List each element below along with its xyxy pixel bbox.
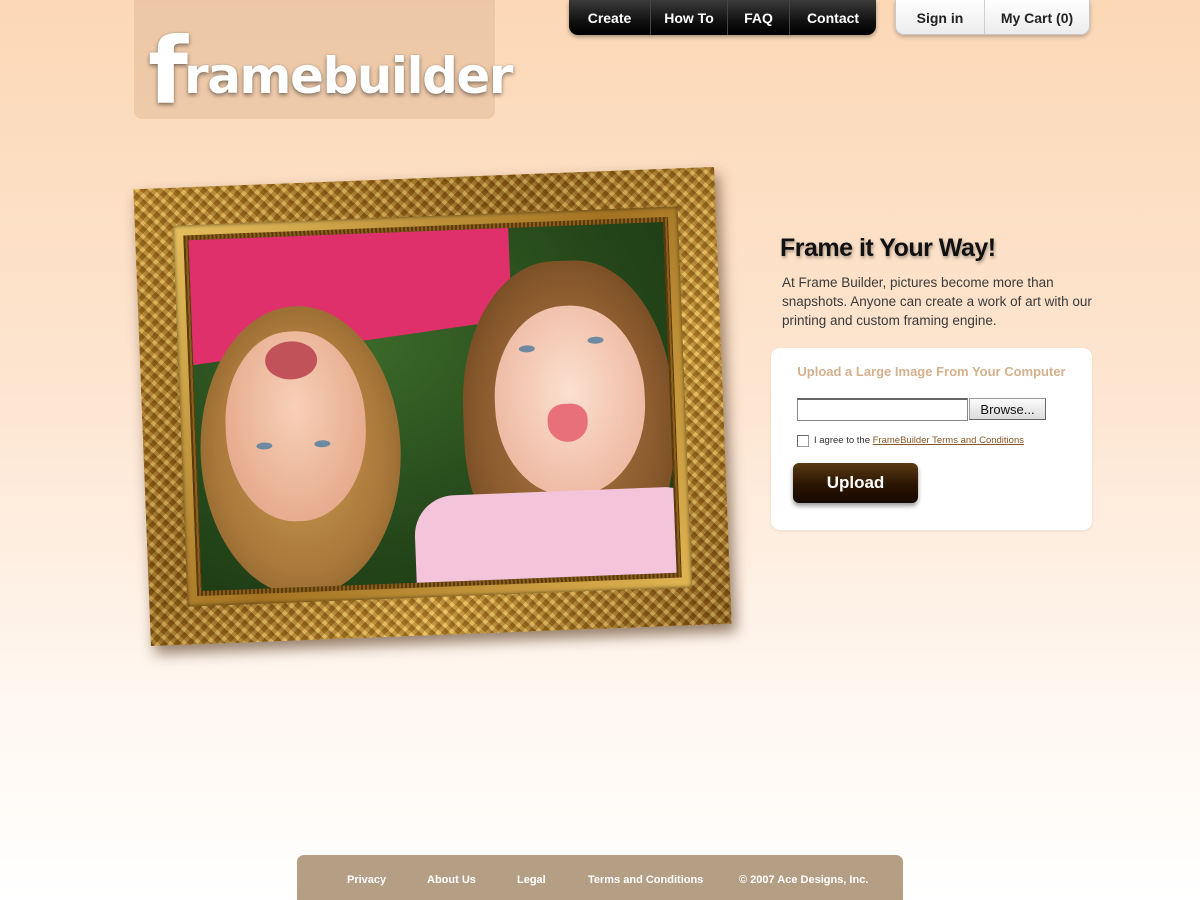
nav-how-to[interactable]: How To bbox=[651, 0, 728, 35]
frame-inner-border bbox=[183, 216, 682, 597]
page-headline: Frame it Your Way! bbox=[780, 234, 996, 262]
footer-about-link[interactable]: About Us bbox=[427, 874, 476, 886]
footer-bar: Privacy About Us Legal Terms and Conditi… bbox=[297, 855, 903, 900]
site-logo[interactable]: framebuilder bbox=[148, 18, 513, 125]
footer-copyright: © 2007 Ace Designs, Inc. bbox=[739, 874, 869, 886]
agree-prefix: I agree to the bbox=[814, 435, 873, 446]
main-nav: Create How To FAQ Contact bbox=[569, 0, 876, 35]
nav-contact[interactable]: Contact bbox=[790, 0, 876, 35]
file-path-input[interactable] bbox=[797, 398, 968, 421]
nav-create[interactable]: Create bbox=[569, 0, 651, 35]
footer-legal-link[interactable]: Legal bbox=[517, 874, 546, 886]
sign-in-link[interactable]: Sign in bbox=[896, 0, 985, 34]
upload-title: Upload a Large Image From Your Computer bbox=[797, 364, 1066, 379]
logo-letter-f: f bbox=[148, 18, 188, 125]
intro-paragraph: At Frame Builder, pictures become more t… bbox=[782, 275, 1092, 328]
checkbox-icon[interactable] bbox=[797, 435, 809, 447]
frame-inner-molding bbox=[172, 206, 693, 607]
upload-button[interactable]: Upload bbox=[793, 463, 918, 503]
nav-faq[interactable]: FAQ bbox=[728, 0, 790, 35]
user-nav: Sign in My Cart (0) bbox=[895, 0, 1090, 35]
terms-agreement-label: I agree to the FrameBuilder Terms and Co… bbox=[814, 435, 1024, 446]
upload-panel: Upload a Large Image From Your Computer … bbox=[771, 348, 1092, 530]
footer-terms-link[interactable]: Terms and Conditions bbox=[588, 874, 703, 886]
ornate-gold-frame bbox=[133, 167, 732, 646]
footer-privacy-link[interactable]: Privacy bbox=[347, 874, 386, 886]
logo-wordmark: ramebuilder bbox=[184, 47, 513, 105]
framed-photo bbox=[188, 222, 677, 591]
browse-button[interactable]: Browse... bbox=[969, 398, 1046, 420]
my-cart-link[interactable]: My Cart (0) bbox=[985, 0, 1089, 34]
photo-shape bbox=[413, 485, 677, 591]
terms-link[interactable]: FrameBuilder Terms and Conditions bbox=[873, 435, 1024, 446]
